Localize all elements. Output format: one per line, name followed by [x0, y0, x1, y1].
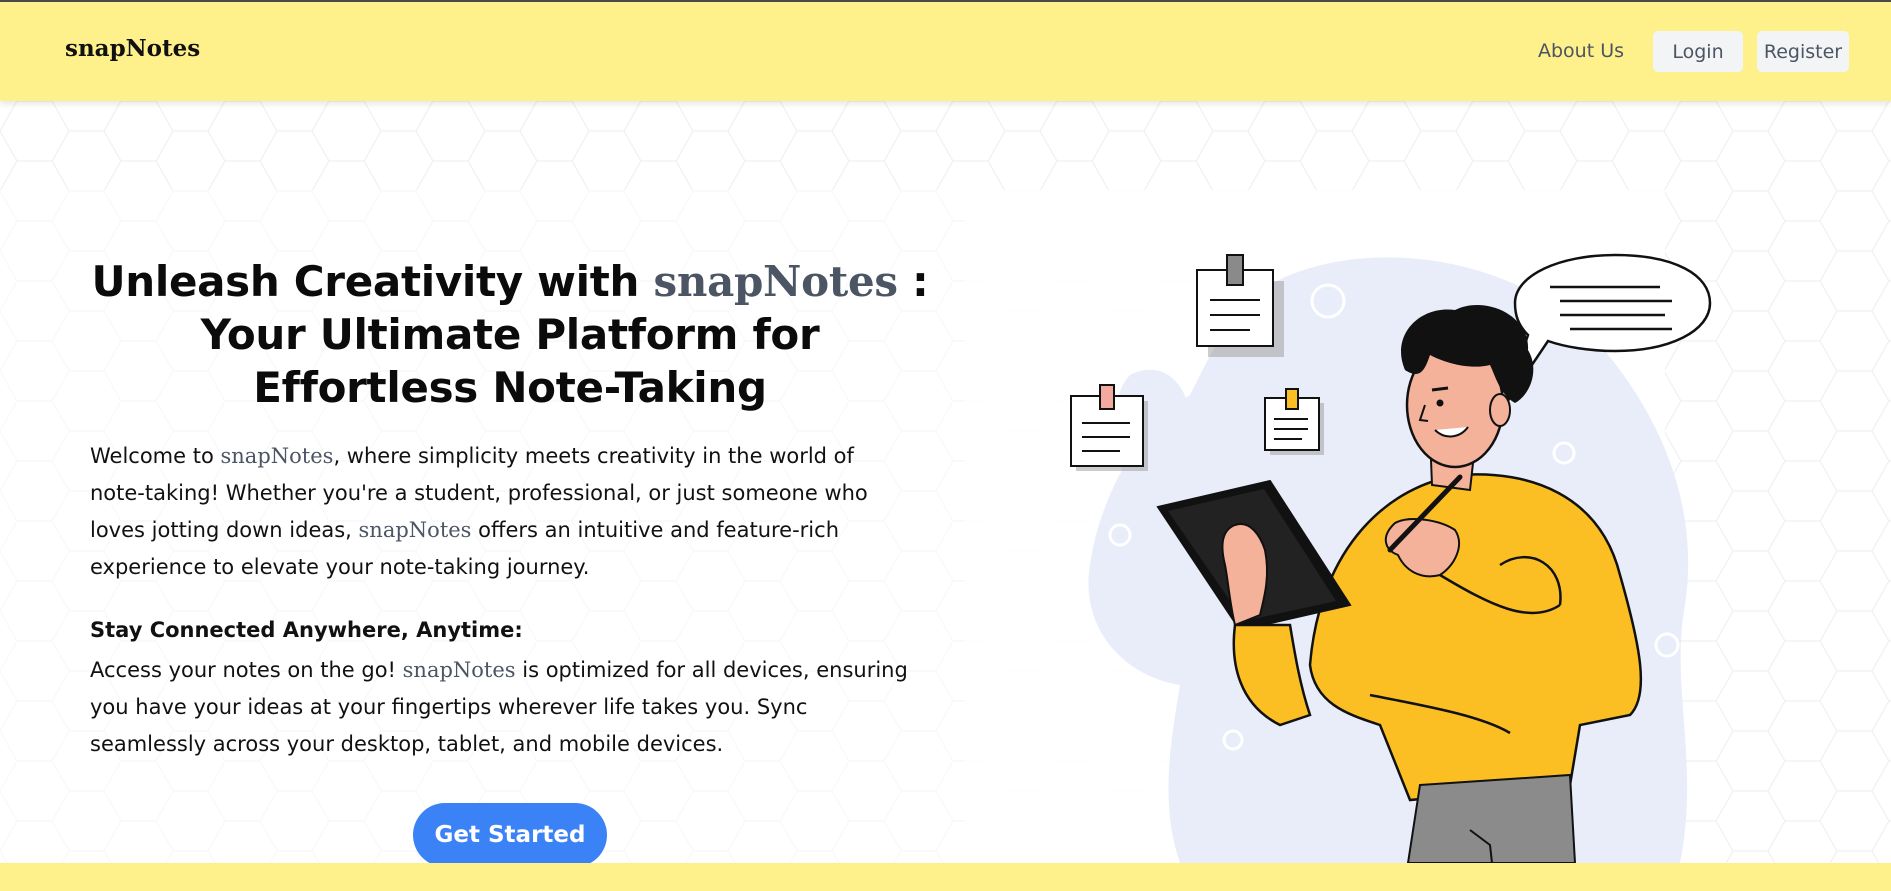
- intro-paragraph: Welcome to snapNotes, where simplicity m…: [90, 438, 910, 586]
- brand-logo[interactable]: snapNotes: [65, 35, 200, 62]
- intro-brand-2: snapNotes: [358, 518, 472, 542]
- site-header: snapNotes About Us Login Register: [0, 2, 1891, 101]
- intro-text-1: Welcome to: [90, 444, 221, 468]
- section-heading: Stay Connected Anywhere, Anytime:: [90, 618, 523, 642]
- intro-brand-1: snapNotes: [220, 444, 334, 468]
- get-started-button[interactable]: Get Started: [413, 803, 607, 867]
- nav-about-link[interactable]: About Us: [1538, 40, 1624, 62]
- sticky-note-top: [1196, 254, 1284, 357]
- person-with-tablet-illustration: [1060, 245, 1720, 864]
- section-brand: snapNotes: [402, 658, 516, 682]
- hero-title: Unleash Creativity with snapNotes : Your…: [90, 255, 930, 414]
- section-text-1: Access your notes on the go!: [90, 658, 403, 682]
- site-footer: [0, 863, 1891, 891]
- login-button[interactable]: Login: [1653, 31, 1743, 72]
- hero-title-brand: snapNotes: [653, 257, 898, 306]
- register-button[interactable]: Register: [1757, 31, 1849, 72]
- hero-title-part1: Unleash Creativity with: [91, 257, 654, 306]
- section-paragraph: Access your notes on the go! snapNotes i…: [90, 652, 910, 763]
